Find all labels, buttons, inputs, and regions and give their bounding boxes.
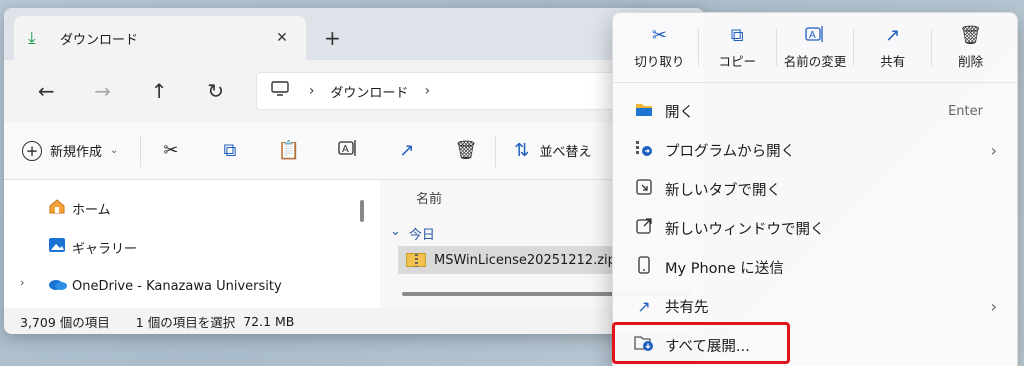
plus-icon: +: [22, 140, 42, 161]
breadcrumb-chevron-icon[interactable]: ›: [424, 83, 430, 99]
new-button-label: 新規作成: [50, 145, 103, 160]
rename-icon[interactable]: A: [318, 139, 377, 162]
gallery-icon: [48, 237, 70, 258]
item-count: 3,709 個の項目: [20, 314, 110, 330]
tab-bar: ⤓ ダウンロード ✕ +: [4, 8, 704, 60]
svg-text:A: A: [342, 144, 349, 155]
menu-item-label: My Phone に送信: [665, 260, 784, 277]
chevron-right-icon: ›: [990, 140, 997, 160]
rename-label: 名前の変更: [783, 54, 847, 69]
home-icon: [48, 198, 70, 219]
onedrive-icon: [48, 276, 70, 296]
file-name: MSWinLicense20251212.zip: [434, 252, 616, 268]
menu-item-shortcut: Enter: [948, 103, 983, 119]
copy-button[interactable]: ⧉ コピー: [699, 13, 776, 82]
context-menu: ✂ 切り取り ⧉ コピー A 名前の変更 ↗ 共有 🗑 削除 開く Enter …: [612, 12, 1018, 366]
chevron-down-icon: ⌄: [110, 145, 119, 156]
copy-icon: ⧉: [730, 25, 744, 46]
sort-button[interactable]: ⇅ 並べ替え: [496, 140, 591, 161]
menu-item-label: 新しいタブで開く: [665, 182, 781, 199]
selection-size: 72.1 MB: [243, 313, 295, 329]
rename-button[interactable]: A 名前の変更: [777, 13, 854, 82]
close-icon[interactable]: ✕: [272, 30, 292, 46]
share-button[interactable]: ↗ 共有: [854, 13, 931, 82]
phone-icon: [633, 256, 655, 278]
svg-text:A: A: [809, 30, 816, 41]
menu-item-send-to-phone[interactable]: My Phone に送信: [613, 248, 1019, 286]
delete-label: 削除: [958, 54, 984, 69]
navigation-pane: ホーム ギャラリー › OneDrive - Kanazawa Universi…: [4, 180, 374, 308]
up-button[interactable]: ↑: [131, 79, 187, 103]
group-header-today[interactable]: ⌄ 今日: [390, 224, 435, 243]
breadcrumb-downloads[interactable]: ダウンロード: [330, 82, 408, 101]
chevron-right-icon: ›: [308, 83, 315, 99]
group-label: 今日: [408, 228, 435, 243]
download-icon: ⤓: [28, 28, 36, 48]
copy-icon[interactable]: ⧉: [200, 140, 259, 161]
cut-label: 切り取り: [634, 54, 685, 69]
menu-item-open[interactable]: 開く Enter: [613, 92, 1019, 130]
cut-button[interactable]: ✂ 切り取り: [621, 13, 698, 82]
menu-item-share-to[interactable]: ↗ 共有先 ›: [613, 287, 1019, 325]
forward-button[interactable]: →: [74, 79, 130, 103]
context-menu-toolbar: ✂ 切り取り ⧉ コピー A 名前の変更 ↗ 共有 🗑 削除: [613, 13, 1017, 83]
chevron-right-icon: ›: [990, 296, 997, 316]
sidebar-item-gallery[interactable]: ギャラリー: [48, 237, 137, 258]
menu-item-label: 新しいウィンドウで開く: [665, 221, 825, 238]
sidebar-item-label: ギャラリー: [72, 242, 138, 257]
sidebar-item-label: OneDrive - Kanazawa University: [72, 278, 282, 294]
file-explorer-window: ⤓ ダウンロード ✕ + ← → ↑ ↻ › ダウンロード › + 新規作成 ⌄…: [4, 8, 704, 334]
share-icon: ↗: [885, 25, 901, 46]
folder-open-icon: [633, 101, 655, 121]
status-bar: 3,709 個の項目 1 個の項目を選択 72.1 MB: [4, 308, 704, 334]
cut-icon[interactable]: ✂: [141, 140, 200, 161]
zip-folder-icon: [406, 253, 426, 267]
share-icon: ↗: [637, 296, 651, 316]
sort-label: 並べ替え: [539, 145, 592, 160]
sidebar-item-home[interactable]: ホーム: [48, 198, 111, 219]
content-area: ホーム ギャラリー › OneDrive - Kanazawa Universi…: [4, 180, 704, 308]
scissors-icon: ✂: [651, 25, 667, 46]
menu-item-open-new-window[interactable]: 新しいウィンドウで開く: [613, 209, 1019, 247]
menu-item-open-with[interactable]: プログラムから開く ›: [613, 131, 1019, 169]
highlight-box: [612, 322, 790, 364]
new-tab-button[interactable]: +: [324, 26, 341, 50]
command-bar: + 新規作成 ⌄ ✂ ⧉ 📋 A ↗ 🗑 ⇅ 並べ替え: [4, 122, 704, 180]
refresh-button[interactable]: ↻: [187, 79, 243, 103]
sidebar-item-onedrive[interactable]: OneDrive - Kanazawa University: [48, 276, 282, 296]
new-tab-icon: [633, 178, 655, 200]
delete-icon[interactable]: 🗑: [436, 140, 495, 161]
tab-downloads[interactable]: ⤓ ダウンロード ✕: [14, 16, 306, 60]
share-label: 共有: [880, 54, 906, 69]
paste-icon[interactable]: 📋: [259, 140, 318, 161]
tab-title: ダウンロード: [60, 32, 139, 48]
rename-icon: A: [805, 25, 825, 45]
open-with-icon: [633, 139, 655, 161]
menu-item-open-new-tab[interactable]: 新しいタブで開く: [613, 170, 1019, 208]
menu-item-label: プログラムから開く: [665, 143, 796, 160]
new-button[interactable]: + 新規作成 ⌄: [22, 134, 142, 167]
share-icon[interactable]: ↗: [377, 140, 436, 161]
computer-icon: [271, 81, 293, 101]
sidebar-item-label: ホーム: [72, 203, 111, 218]
back-button[interactable]: ←: [18, 79, 74, 103]
trash-icon: 🗑: [959, 25, 983, 46]
menu-item-label: 開く: [665, 104, 694, 121]
new-window-icon: [633, 217, 655, 239]
sidebar-scrollbar[interactable]: [360, 200, 364, 222]
menu-item-label: 共有先: [665, 299, 709, 316]
delete-button[interactable]: 🗑 削除: [932, 13, 1009, 82]
column-header-name[interactable]: 名前: [416, 188, 442, 207]
chevron-down-icon: ⌄: [390, 224, 401, 239]
selection-count: 1 個の項目を選択: [135, 314, 236, 330]
expand-chevron-icon[interactable]: ›: [20, 276, 24, 289]
nav-bar: ← → ↑ ↻ › ダウンロード ›: [4, 60, 704, 122]
copy-label: コピー: [718, 54, 756, 69]
sort-icon: ⇅: [514, 140, 530, 161]
